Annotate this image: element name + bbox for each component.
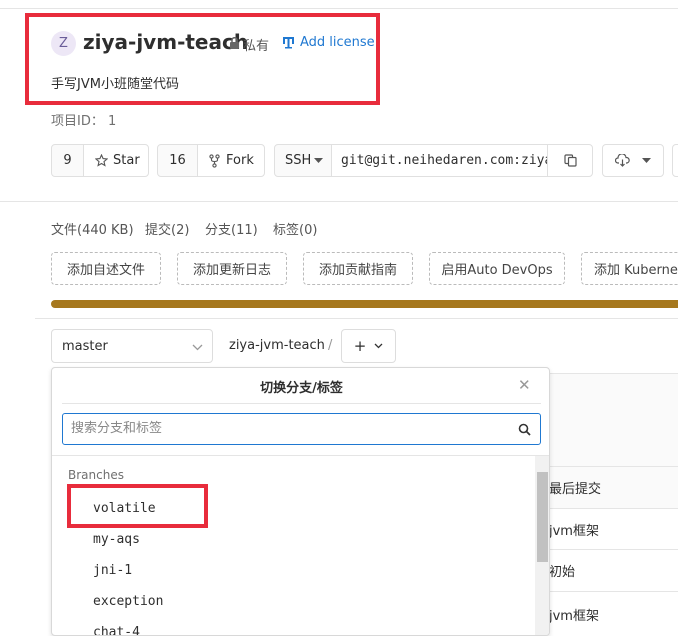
branch-item-my-aqs[interactable]: my-aqs [93, 532, 140, 547]
add-file-dropdown[interactable]: + [341, 329, 396, 363]
repo-divider [35, 318, 678, 319]
add-readme-button[interactable]: 添加自述文件 [51, 252, 161, 285]
protocol-label: SSH [285, 153, 312, 168]
table-header: 最后提交 [535, 466, 678, 508]
fork-label: Fork [226, 153, 254, 168]
commit-message[interactable]: jvm框架 [549, 605, 599, 624]
fork-icon [209, 153, 220, 168]
add-kubernetes-button[interactable]: 添加 Kubernetes 集群 [581, 252, 678, 285]
dropdown-divider [62, 403, 541, 404]
project-id: 项目ID： 1 [51, 114, 117, 129]
fork-count[interactable]: 16 [157, 144, 198, 177]
stat-commits[interactable]: 提交(2) [145, 219, 189, 238]
stat-files[interactable]: 文件(440 KB) [51, 219, 134, 238]
language-bar [51, 300, 678, 308]
protocol-dropdown[interactable]: SSH [274, 144, 332, 177]
table-row[interactable]: 初始 [535, 549, 678, 591]
clone-url: git@git.neihedaren.com:ziya-jvm-teach.gi… [341, 153, 547, 168]
branches-header: Branches [68, 468, 124, 482]
chevron-down-icon [374, 343, 383, 349]
highlight-box-header [25, 13, 380, 105]
more-button[interactable] [672, 144, 678, 177]
copy-url-button[interactable] [547, 144, 593, 177]
dropdown-divider [52, 455, 549, 456]
star-icon [95, 154, 108, 167]
chevron-down-icon [192, 344, 203, 351]
add-contributing-button[interactable]: 添加贡献指南 [303, 252, 413, 285]
stat-tags[interactable]: 标签(0) [273, 219, 317, 238]
commit-message[interactable]: 初始 [549, 561, 575, 580]
fork-button[interactable]: Fork [197, 144, 265, 177]
caret-down-icon [642, 157, 651, 163]
star-label: Star [113, 153, 140, 168]
breadcrumb-project[interactable]: ziya-jvm-teach [229, 338, 325, 353]
branch-search-field[interactable] [62, 413, 541, 445]
copy-icon [563, 154, 577, 167]
download-button[interactable] [602, 144, 664, 177]
add-changelog-button[interactable]: 添加更新日志 [177, 252, 287, 285]
close-icon[interactable]: ✕ [518, 376, 531, 394]
branch-item-jni-1[interactable]: jni-1 [93, 563, 132, 578]
branch-item-exception[interactable]: exception [93, 594, 163, 609]
cloud-download-icon [615, 154, 630, 167]
branch-item-chat-4[interactable]: chat-4 [93, 625, 140, 635]
star-button[interactable]: Star [83, 144, 149, 177]
stat-branches[interactable]: 分支(11) [205, 219, 258, 238]
table-row[interactable]: jvm框架 [535, 591, 678, 636]
clone-url-input[interactable]: git@git.neihedaren.com:ziya-jvm-teach.gi… [331, 144, 548, 177]
section-divider [0, 201, 678, 202]
dropdown-title: 切换分支/标签 [260, 381, 343, 396]
branch-selector-label: master [62, 338, 108, 354]
branch-search-input[interactable] [71, 414, 511, 442]
plus-icon: + [353, 337, 367, 355]
highlight-box-branch [67, 484, 208, 528]
caret-down-icon [314, 157, 324, 163]
last-commit-header [535, 373, 678, 466]
breadcrumb-separator: / [328, 338, 333, 353]
table-row[interactable]: jvm框架 [535, 508, 678, 549]
enable-autodevops-button[interactable]: 启用Auto DevOps [429, 252, 565, 285]
dropdown-scrollbar-thumb[interactable] [537, 472, 548, 562]
star-count[interactable]: 9 [51, 144, 84, 177]
commit-message[interactable]: jvm框架 [549, 520, 599, 539]
search-icon [518, 423, 531, 436]
branch-selector[interactable]: master [51, 329, 213, 363]
top-divider [0, 8, 678, 9]
